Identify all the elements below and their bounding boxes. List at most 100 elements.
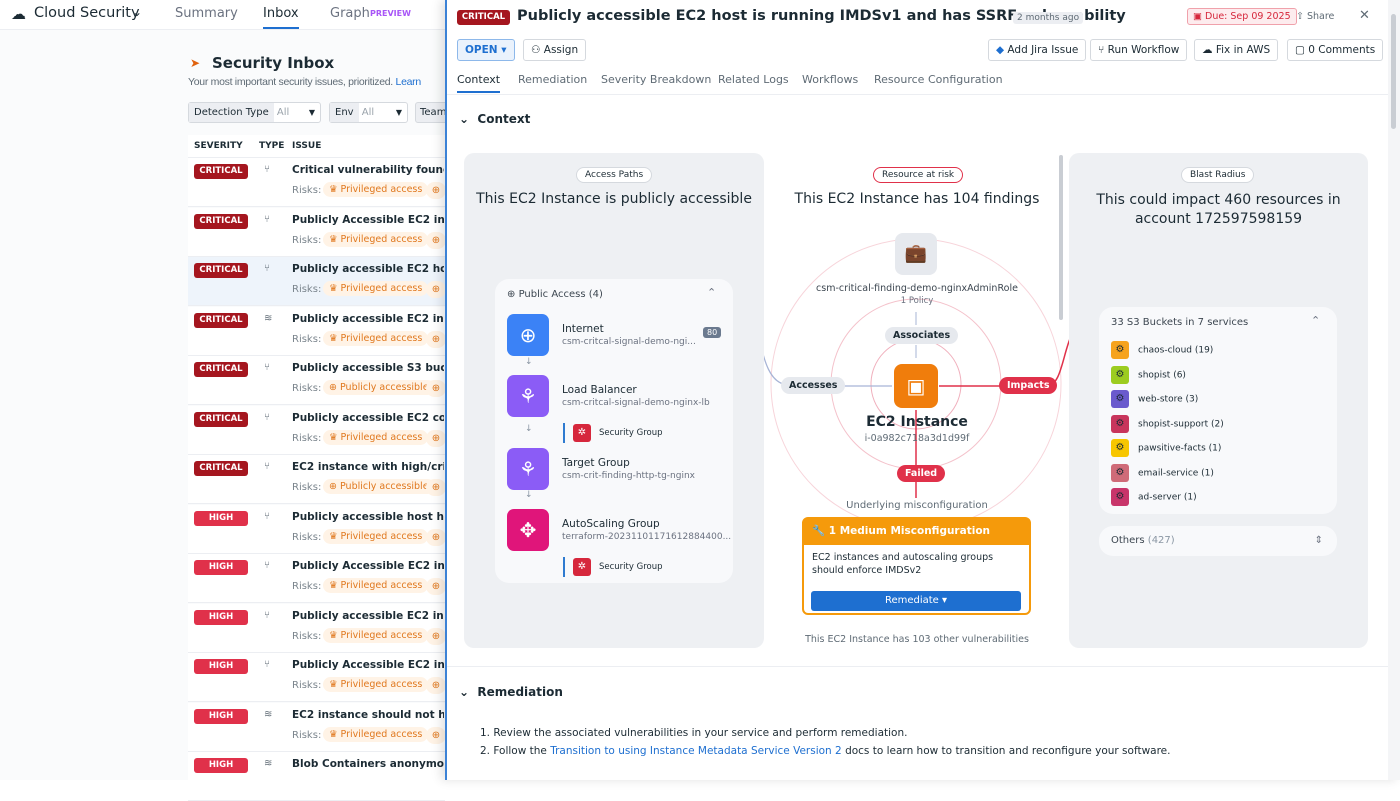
risk-chip: ♛ Privileged access	[323, 182, 428, 197]
table-row[interactable]: CRITICAL ≋ Publicly accessible EC2 insta…	[188, 307, 445, 356]
issue-title[interactable]: Publicly Accessible EC2 instance	[292, 560, 444, 572]
misconfig-header[interactable]: 🔧 1 Medium Misconfiguration	[804, 519, 1029, 545]
table-row[interactable]: CRITICAL ⑂ EC2 instance with high/critic…	[188, 455, 445, 504]
risk-label: Privileged access	[341, 679, 423, 690]
service-item[interactable]: ⚙ad-server (1)	[1111, 488, 1197, 506]
tab-graph[interactable]: Graph	[330, 6, 370, 21]
issue-title[interactable]: EC2 instance with high/critical v	[292, 461, 444, 473]
risk-label: Privileged access	[341, 234, 423, 245]
service-icon: ⚙	[1111, 390, 1129, 408]
imdsv2-docs-link[interactable]: Transition to using Instance Metadata Se…	[550, 745, 842, 757]
step2-post: docs to learn how to transition and reco…	[842, 745, 1171, 757]
risks-label: Risks:	[292, 235, 321, 246]
globe-icon: ⊕	[426, 677, 446, 694]
filter-label: Detection Type	[189, 103, 274, 122]
issue-title[interactable]: Publicly accessible S3 bucket st	[292, 362, 444, 374]
table-row[interactable]: CRITICAL ⑂ Critical vulnerability found …	[188, 158, 445, 207]
ec2-instance-icon[interactable]: ▣	[894, 364, 938, 408]
service-item[interactable]: ⚙shopist (6)	[1111, 366, 1186, 384]
col-type[interactable]: TYPE	[259, 135, 284, 158]
security-group[interactable]: ✲Security Group	[563, 557, 662, 577]
service-item[interactable]: ⚙email-service (1)	[1111, 464, 1214, 482]
table-row[interactable]: CRITICAL ⑂ Publicly accessible EC2 host …	[188, 257, 445, 306]
risks-label: Risks:	[292, 631, 321, 642]
blast-title: This could impact 460 resources in accou…	[1069, 191, 1368, 229]
remediation-section-toggle[interactable]: ⌄ Remediation	[459, 685, 563, 699]
node-name[interactable]: Internet	[562, 323, 604, 335]
detection-type-filter[interactable]: Detection Type All▼	[188, 102, 321, 123]
risks-label: Risks:	[292, 284, 321, 295]
risks-label: Risks:	[292, 730, 321, 741]
bucket-group: 33 S3 Buckets in 7 services	[1111, 317, 1248, 328]
diagram-scrollbar[interactable]	[1059, 155, 1063, 320]
others-group[interactable]: Others (427)⇕	[1099, 526, 1337, 556]
service-item[interactable]: ⚙web-store (3)	[1111, 390, 1198, 408]
issue-title[interactable]: Publicly accessible EC2 contains	[292, 412, 444, 424]
issue-title[interactable]: Publicly accessible host has hig	[292, 511, 444, 523]
drawer-scrollbar[interactable]	[1388, 0, 1400, 780]
tab-summary[interactable]: Summary	[175, 6, 238, 21]
issue-title[interactable]: Blob Containers anonymous ac	[292, 758, 444, 770]
learn-link[interactable]: Learn	[396, 76, 421, 88]
node-name[interactable]: AutoScaling Group	[562, 518, 660, 530]
s3-buckets-card: 33 S3 Buckets in 7 services ⌃ ⚙chaos-clo…	[1099, 307, 1337, 514]
remediate-button[interactable]: Remediate ▾	[811, 591, 1021, 611]
issue-title[interactable]: Publicly accessible EC2 host is r	[292, 263, 444, 275]
collapse-icon[interactable]: ⌃	[707, 286, 716, 299]
table-row[interactable]: CRITICAL ⑂ Publicly accessible EC2 conta…	[188, 406, 445, 455]
access-paths-panel: Access Paths This EC2 Instance is public…	[464, 153, 764, 648]
globe-icon: ⊕	[426, 578, 446, 595]
underlying-label: Underlying misconfiguration	[777, 500, 1057, 511]
service-item[interactable]: ⚙chaos-cloud (19)	[1111, 341, 1213, 359]
globe-icon: ⊕	[426, 479, 446, 496]
table-row[interactable]: HIGH ⑂ Publicly accessible EC2 instanceR…	[188, 604, 445, 653]
globe-icon: ⊕	[426, 727, 446, 744]
table-row[interactable]: HIGH ⑂ Publicly Accessible EC2 instanceR…	[188, 554, 445, 603]
risk-label: Privileged access	[341, 184, 423, 195]
misconfig-title: 1 Medium Misconfiguration	[829, 525, 990, 537]
env-filter[interactable]: Env All▼	[329, 102, 408, 123]
table-row[interactable]: HIGH ⑂ Publicly Accessible EC2 instanceR…	[188, 653, 445, 702]
security-group[interactable]: ✲Security Group	[563, 423, 662, 443]
path-icon: ⑂	[264, 659, 270, 670]
failed-label: Failed	[897, 465, 945, 482]
service-icon: ⚙	[1111, 415, 1129, 433]
risk-label: Privileged access	[341, 531, 423, 542]
remediation-step-2: 2. Follow the Transition to using Instan…	[480, 745, 1171, 757]
issue-title[interactable]: Publicly accessible EC2 instance	[292, 313, 444, 325]
tab-inbox[interactable]: Inbox	[263, 6, 299, 29]
globe-icon: ⊕	[507, 314, 549, 356]
table-row[interactable]: CRITICAL ⑂ Publicly Accessible EC2 insta…	[188, 208, 445, 257]
public-access-card: ⊕ Public Access (4) ⌃ ⊕ Internet csm-cri…	[495, 279, 733, 583]
col-issue[interactable]: ISSUE	[292, 135, 321, 158]
node-name[interactable]: Load Balancer	[562, 384, 637, 396]
issue-title[interactable]: Publicly accessible EC2 instance	[292, 610, 444, 622]
chevron-down-icon[interactable]: ⌄	[132, 5, 142, 19]
risk-label: Privileged access	[341, 432, 423, 443]
service-item[interactable]: ⚙pawsitive-facts (1)	[1111, 439, 1221, 457]
role-name[interactable]: csm-critical-finding-demo-nginxAdminRole	[777, 283, 1057, 294]
issue-title[interactable]: Publicly Accessible EC2 instance	[292, 214, 444, 226]
col-severity[interactable]: SEVERITY	[194, 135, 243, 158]
issue-title[interactable]: Critical vulnerability found on p	[292, 164, 444, 176]
severity-badge: CRITICAL	[194, 263, 248, 278]
globe-icon: ⊕	[426, 182, 446, 199]
table-row[interactable]: HIGH ≋ EC2 instance should not have aRis…	[188, 703, 445, 752]
table-row[interactable]: HIGH ⑂ Publicly accessible host has higR…	[188, 505, 445, 554]
issue-title[interactable]: EC2 instance should not have a	[292, 709, 444, 721]
risk-chip: ♛ Privileged access	[323, 727, 428, 742]
table-row[interactable]: HIGH ≋ Blob Containers anonymous ac	[188, 752, 445, 801]
layers-icon: ≋	[264, 709, 272, 720]
service-icon: ⚙	[1111, 341, 1129, 359]
service-item[interactable]: ⚙shopist-support (2)	[1111, 415, 1224, 433]
node-name[interactable]: Target Group	[562, 457, 630, 469]
group-label: Public Access (4)	[519, 289, 603, 300]
table-row[interactable]: CRITICAL ⑂ Publicly accessible S3 bucket…	[188, 356, 445, 405]
collapse-icon[interactable]: ⌃	[1311, 314, 1320, 327]
briefcase-icon[interactable]: 💼	[895, 233, 937, 275]
inbox-page: ➤ Security Inbox Your most important sec…	[0, 30, 445, 780]
expand-icon[interactable]: ⇕	[1315, 526, 1323, 556]
app-title[interactable]: Cloud Security	[34, 5, 140, 21]
others-label: Others	[1111, 535, 1145, 546]
issue-title[interactable]: Publicly Accessible EC2 instance	[292, 659, 444, 671]
